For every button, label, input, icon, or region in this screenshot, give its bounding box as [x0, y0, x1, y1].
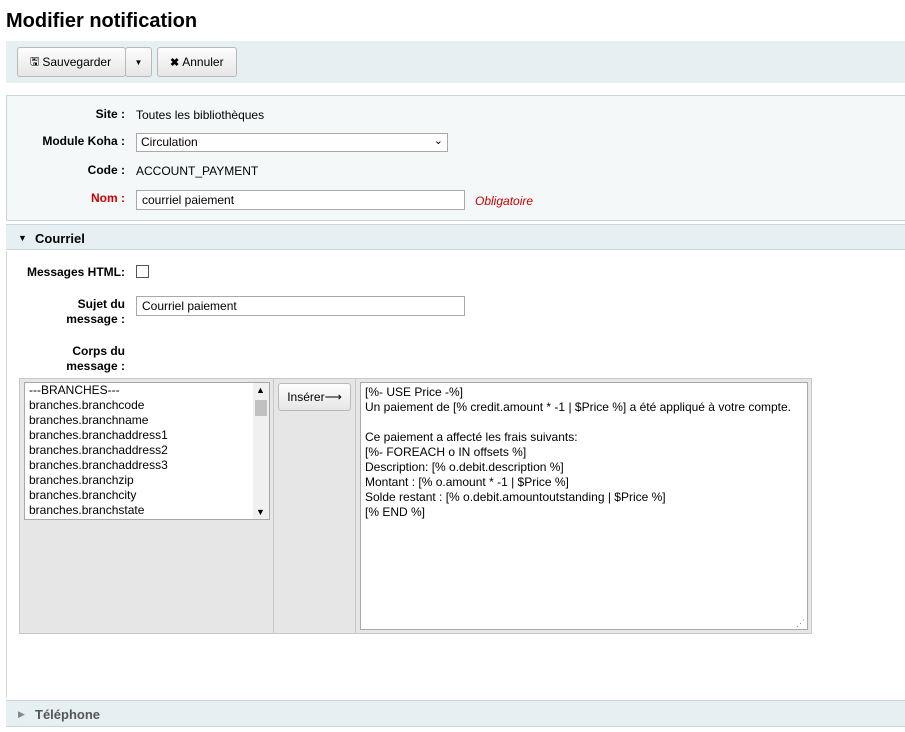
subject-label-line1: Sujet du [77, 297, 125, 311]
floppy-icon: 🖫 [30, 55, 40, 68]
caret-down-icon: ▼ [134, 57, 143, 67]
list-item[interactable]: ---BRANCHES--- [25, 383, 269, 398]
list-item[interactable]: branches.branchzip [25, 473, 269, 488]
subject-input[interactable]: Courriel paiement [136, 296, 465, 316]
code-value: ACCOUNT_PAYMENT [136, 164, 259, 178]
body-line [365, 415, 803, 430]
resize-handle-icon[interactable]: ⋰ [796, 618, 805, 629]
cancel-label: Annuler [182, 55, 224, 69]
name-input[interactable]: courriel paiement [136, 190, 465, 210]
caret-right-icon: ▶ [18, 709, 25, 719]
body-line: [%- FOREACH o IN offsets %] [365, 445, 527, 459]
fields-listbox[interactable]: ---BRANCHES--- branches.branchcode branche… [24, 382, 270, 520]
list-item[interactable]: branches.branchaddress2 [25, 443, 269, 458]
body-line: Ce paiement a affecté les frais suivants… [365, 430, 578, 444]
list-item[interactable]: branches.branchaddress1 [25, 428, 269, 443]
scrollbar-thumb[interactable] [255, 400, 267, 416]
body-line: Solde restant : [% o.debit.amountoutstan… [365, 490, 666, 504]
body-line: Un paiement de [% credit.amount * -1 | $… [365, 400, 792, 414]
module-label: Module Koha : [42, 134, 125, 148]
list-item[interactable]: branches.branchstate [25, 503, 269, 518]
insert-button[interactable]: Insérer⟶ [278, 383, 351, 411]
body-line: Montant : [% o.amount * -1 | $Price %] [365, 475, 569, 489]
module-select[interactable]: Circulation ⌄ [136, 133, 448, 152]
html-checkbox[interactable] [136, 265, 149, 278]
email-section-header[interactable]: ▼ Courriel [6, 224, 905, 250]
chevron-down-icon[interactable]: ▼ [256, 507, 265, 517]
divider [355, 379, 356, 633]
save-dropdown-button[interactable]: ▼ [125, 47, 152, 77]
required-hint: Obligatoire [475, 194, 534, 208]
subject-label-line2: message : [66, 312, 125, 326]
cancel-button[interactable]: ✖ Annuler [157, 47, 237, 77]
body-line: Description: [% o.debit.description %] [365, 460, 564, 474]
chevron-up-icon[interactable]: ▲ [256, 385, 265, 395]
chevron-down-icon: ⌄ [433, 135, 443, 147]
save-button[interactable]: 🖫 Sauvegarder [17, 47, 126, 77]
code-label: Code : [87, 163, 125, 177]
body-line: [%- USE Price -%] [365, 385, 464, 399]
scrollbar[interactable]: ▲ ▼ [253, 383, 269, 519]
caret-down-icon: ▼ [18, 233, 27, 243]
message-body-textarea[interactable]: [%- USE Price -%] Un paiement de [% credi… [360, 382, 808, 630]
divider [273, 379, 274, 633]
list-item[interactable]: branches.branchcode [25, 398, 269, 413]
body-line: [% END %] [365, 505, 426, 519]
name-label: Nom : [91, 191, 125, 205]
email-section-title: Courriel [35, 231, 85, 246]
list-item[interactable]: branches.branchcity [25, 488, 269, 503]
body-label-line1: Corps du [72, 344, 125, 358]
phone-section-title: Téléphone [35, 707, 101, 722]
list-item[interactable]: branches.branchaddress3 [25, 458, 269, 473]
site-value: Toutes les bibliothèques [136, 108, 265, 122]
toolbar: 🖫 Sauvegarder ▼ ✖ Annuler [6, 41, 905, 83]
save-label: Sauvegarder [42, 55, 112, 69]
html-messages-label: Messages HTML: [26, 265, 125, 279]
x-icon: ✖ [170, 56, 180, 69]
list-item[interactable]: branches.branchname [25, 413, 269, 428]
body-label-line2: message : [66, 359, 125, 373]
site-label: Site : [95, 107, 125, 121]
phone-section-header[interactable]: ▶ Téléphone [6, 700, 905, 727]
module-value: Circulation [141, 135, 198, 149]
page-title: Modifier notification [6, 10, 198, 32]
